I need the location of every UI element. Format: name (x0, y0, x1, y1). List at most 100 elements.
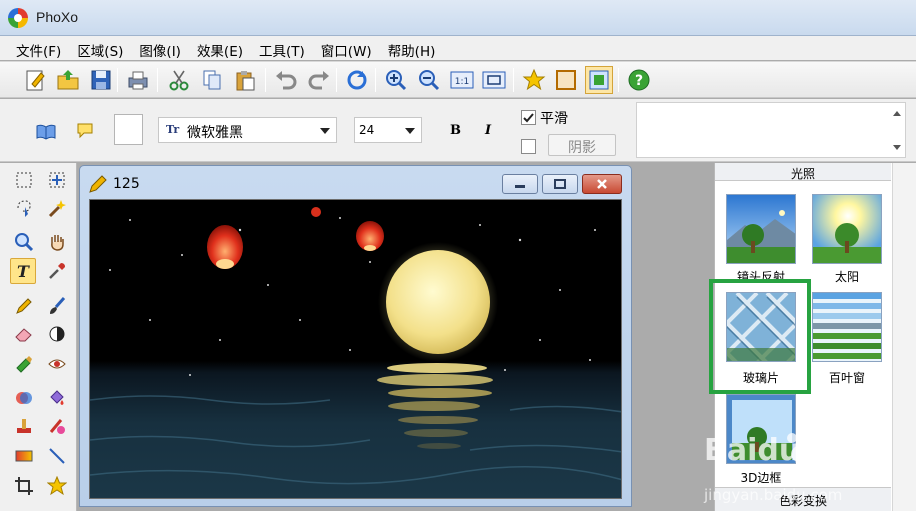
smooth-label: 平滑 (540, 111, 568, 127)
shape-star-icon[interactable] (44, 473, 70, 499)
new-file-icon[interactable] (21, 66, 49, 94)
undo-icon[interactable] (272, 66, 300, 94)
zoom-tool-icon[interactable] (11, 229, 37, 255)
effect-lens-flare-thumb[interactable] (726, 194, 796, 264)
effect-blinds-thumb[interactable] (812, 292, 882, 362)
text-tool-book-icon[interactable] (36, 124, 56, 143)
close-button[interactable] (582, 174, 622, 194)
maximize-button[interactable] (542, 174, 578, 194)
rect-select-icon[interactable] (11, 167, 37, 193)
moonlit-lake-image (90, 207, 621, 485)
zoom-out-icon[interactable] (415, 66, 443, 94)
truetype-font-icon: Tr (166, 123, 180, 136)
panel-toggle-icon[interactable] (585, 66, 613, 94)
window-title: PhoXo (36, 9, 79, 25)
magic-wand-icon[interactable] (44, 195, 70, 221)
minimize-icon (515, 185, 525, 188)
svg-text:1:1: 1:1 (455, 77, 469, 87)
stamp-icon[interactable] (11, 413, 37, 439)
redo-icon[interactable] (305, 66, 333, 94)
minimize-button[interactable] (502, 174, 538, 194)
pencil-icon[interactable] (11, 293, 37, 319)
effects-scrollbar[interactable] (892, 163, 916, 511)
checkmark-icon (523, 113, 534, 123)
menu-effects[interactable]: 效果(E) (189, 36, 251, 60)
effect-sun-thumb[interactable] (812, 194, 882, 264)
shadow-button[interactable]: 阴影 (548, 134, 616, 156)
toolbar-separator (265, 68, 266, 92)
menu-tools[interactable]: 工具(T) (251, 36, 313, 60)
move-selection-icon[interactable] (44, 167, 70, 193)
line-tool-icon[interactable] (44, 443, 70, 469)
favorite-star-icon[interactable] (520, 66, 548, 94)
open-folder-icon[interactable] (54, 66, 82, 94)
speech-bubble-icon[interactable] (76, 122, 94, 143)
toolbar-separator (336, 68, 337, 92)
font-family-value: 微软雅黑 (187, 125, 243, 141)
smooth-checkbox[interactable] (521, 110, 536, 125)
frame-icon[interactable] (552, 66, 580, 94)
eyedropper-icon[interactable] (44, 258, 70, 284)
contrast-icon[interactable] (44, 321, 70, 347)
shadow-checkbox[interactable] (521, 139, 536, 154)
toolbar-separator (513, 68, 514, 92)
chevron-down-icon (320, 128, 330, 134)
maximize-icon (554, 179, 566, 189)
menu-help[interactable]: 帮助(H) (380, 36, 444, 60)
lasso-select-icon[interactable] (11, 195, 37, 221)
chevron-down-icon (405, 128, 415, 134)
paste-icon[interactable] (231, 66, 259, 94)
toolbar-separator (375, 68, 376, 92)
menu-image[interactable]: 图像(I) (131, 36, 189, 60)
image-canvas[interactable] (89, 199, 622, 499)
clone-stamp-icon[interactable] (11, 351, 37, 377)
effects-category-header[interactable]: 光照 (715, 163, 891, 181)
paint-bucket-icon[interactable] (44, 385, 70, 411)
refresh-icon[interactable] (343, 66, 371, 94)
eraser-icon[interactable] (11, 321, 37, 347)
fill-color-icon[interactable] (11, 385, 37, 411)
save-icon[interactable] (87, 66, 115, 94)
actual-size-icon[interactable]: 1:1 (448, 66, 476, 94)
print-icon[interactable] (124, 66, 152, 94)
title-bar: PhoXo (0, 0, 916, 36)
svg-text:T: T (17, 262, 30, 281)
cut-icon[interactable] (165, 66, 193, 94)
pencil-doc-icon (88, 174, 108, 197)
copy-icon[interactable] (198, 66, 226, 94)
menu-file[interactable]: 文件(F) (8, 36, 69, 60)
menu-window[interactable]: 窗口(W) (313, 36, 380, 60)
bold-button[interactable]: B (450, 123, 461, 138)
menu-region[interactable]: 区域(S) (69, 36, 131, 60)
tools-panel: T (0, 163, 77, 511)
close-icon (597, 179, 607, 189)
italic-button[interactable]: I (485, 123, 491, 138)
effect-glass-label: 玻璃片 (742, 371, 779, 385)
text-color-swatch[interactable] (114, 114, 143, 145)
help-icon[interactable]: ? (625, 66, 653, 94)
effects-category-footer[interactable]: 色彩变换 (715, 487, 891, 511)
red-eye-icon[interactable] (44, 351, 70, 377)
scroll-down-icon[interactable] (893, 145, 901, 150)
scroll-up-icon[interactable] (893, 111, 901, 116)
crop-icon[interactable] (11, 473, 37, 499)
gradient-icon[interactable] (11, 443, 37, 469)
toolbar-separator (157, 68, 158, 92)
font-family-select[interactable]: Tr 微软雅黑 (158, 117, 337, 143)
fit-window-icon[interactable] (480, 66, 508, 94)
color-replace-icon[interactable] (44, 413, 70, 439)
text-tool-icon[interactable]: T (10, 258, 36, 284)
effect-3d-frame-thumb[interactable] (726, 394, 796, 464)
hand-pan-icon[interactable] (44, 229, 70, 255)
effect-sun-label: 太阳 (834, 270, 859, 284)
font-size-select[interactable]: 24 (354, 117, 422, 143)
font-size-value: 24 (359, 123, 375, 137)
brush-icon[interactable] (44, 293, 70, 319)
main-toolbar: 1:1 ? (0, 61, 916, 98)
zoom-in-icon[interactable] (382, 66, 410, 94)
app-logo-icon (8, 8, 28, 28)
effect-3d-frame-label: 3D边框 (740, 471, 782, 485)
menu-bar: 文件(F) 区域(S) 图像(I) 效果(E) 工具(T) 窗口(W) 帮助(H… (0, 36, 916, 60)
text-input-area[interactable] (636, 102, 906, 158)
document-title: 125 (113, 176, 140, 192)
